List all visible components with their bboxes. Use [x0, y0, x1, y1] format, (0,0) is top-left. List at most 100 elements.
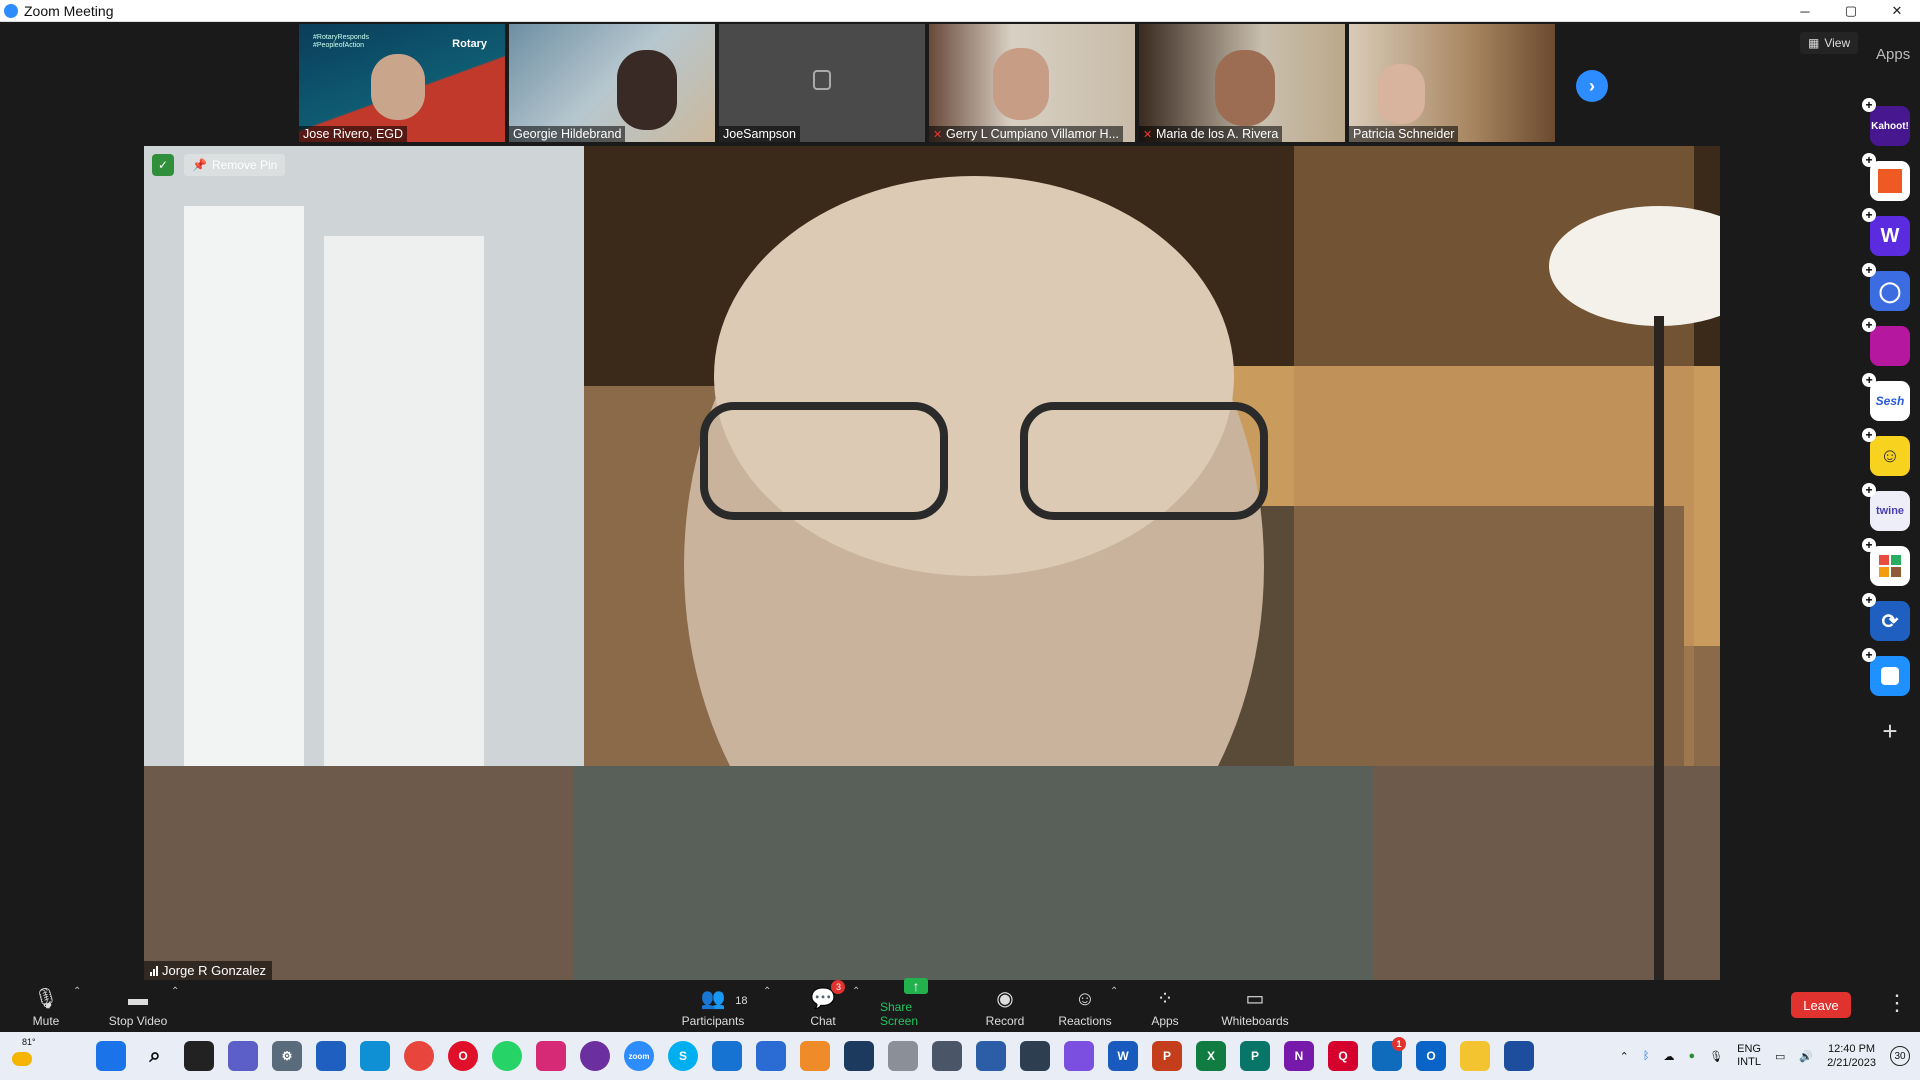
- defender-shield-icon[interactable]: [712, 1041, 742, 1071]
- add-app-icon[interactable]: +: [1862, 538, 1876, 552]
- network-icon[interactable]: ▭: [1775, 1050, 1785, 1063]
- add-app-icon[interactable]: +: [1862, 373, 1876, 387]
- skype-icon[interactable]: S: [668, 1041, 698, 1071]
- purple-app-icon[interactable]: [580, 1041, 610, 1071]
- calendar-icon[interactable]: [976, 1041, 1006, 1071]
- q-app-icon[interactable]: Q: [1328, 1041, 1358, 1071]
- participants-button[interactable]: 👥 18 Participants: [680, 980, 748, 1032]
- view-button[interactable]: ▦ View: [1800, 32, 1859, 54]
- reactions-button[interactable]: ☺ Reactions: [1058, 980, 1112, 1032]
- video-options-caret[interactable]: ⌃: [171, 986, 179, 997]
- muted-mic-icon: ✕: [933, 129, 943, 141]
- chrome-browser-icon[interactable]: [404, 1041, 434, 1071]
- add-app-icon[interactable]: +: [1862, 318, 1876, 332]
- participant-tile[interactable]: #RotaryResponds #PeopleofAction Rotary J…: [299, 24, 505, 142]
- amazon-music-icon[interactable]: [844, 1041, 874, 1071]
- video-camera-icon: ▬: [128, 988, 148, 1010]
- search-icon[interactable]: ⌕: [140, 1041, 170, 1071]
- outlook-icon[interactable]: O: [1416, 1041, 1446, 1071]
- add-app-icon[interactable]: +: [1862, 263, 1876, 277]
- participant-tile[interactable]: ✕ Maria de los A. Rivera: [1139, 24, 1345, 142]
- weather-widget[interactable]: 81°: [10, 1037, 38, 1070]
- record-button[interactable]: ◉ Record: [984, 980, 1026, 1032]
- add-app-icon[interactable]: +: [1862, 483, 1876, 497]
- audio-options-caret[interactable]: ⌃: [73, 986, 81, 997]
- media-player-icon[interactable]: [800, 1041, 830, 1071]
- app-smiley[interactable]: + ☺: [1862, 428, 1910, 476]
- app-c[interactable]: +: [1862, 153, 1910, 201]
- instagram-icon[interactable]: [536, 1041, 566, 1071]
- add-app-icon[interactable]: +: [1862, 98, 1876, 112]
- edge-browser-icon[interactable]: [360, 1041, 390, 1071]
- app-w[interactable]: + W: [1862, 208, 1910, 256]
- share-screen-button[interactable]: ↑ Share Screen: [880, 978, 952, 1032]
- excel-icon[interactable]: X: [1196, 1041, 1226, 1071]
- whiteboards-button[interactable]: ▭ Whiteboards: [1220, 980, 1290, 1032]
- bluetooth-icon[interactable]: ᛒ: [1643, 1050, 1650, 1062]
- leave-button[interactable]: Leave: [1791, 992, 1851, 1018]
- onenote-icon[interactable]: N: [1284, 1041, 1314, 1071]
- notification-center-icon[interactable]: 30: [1890, 1046, 1910, 1066]
- participant-tile[interactable]: JoeSampson: [719, 24, 925, 142]
- add-app-icon[interactable]: +: [1862, 648, 1876, 662]
- remove-pin-button[interactable]: 📌 Remove Pin: [184, 154, 286, 176]
- task-view-icon[interactable]: [184, 1041, 214, 1071]
- participant-tile[interactable]: Georgie Hildebrand: [509, 24, 715, 142]
- muted-mic-icon: ✕: [1143, 129, 1153, 141]
- app-stripes[interactable]: +: [1862, 318, 1910, 366]
- windows-start-icon[interactable]: [96, 1041, 126, 1071]
- add-app-button[interactable]: +: [1870, 711, 1910, 751]
- clock[interactable]: 12:40 PM 2/21/2023: [1827, 1042, 1876, 1070]
- microphone-tray-icon[interactable]: 🎙: [1709, 1050, 1723, 1063]
- publisher-icon[interactable]: P: [1240, 1041, 1270, 1071]
- input-language[interactable]: ENG INTL: [1737, 1043, 1761, 1069]
- app-sync[interactable]: + ⟳: [1862, 593, 1910, 641]
- teams-chat-icon[interactable]: [228, 1041, 258, 1071]
- participant-tile[interactable]: Patricia Schneider: [1349, 24, 1555, 142]
- opera-browser-icon[interactable]: O: [448, 1041, 478, 1071]
- store-icon[interactable]: [756, 1041, 786, 1071]
- app-tiles[interactable]: +: [1862, 538, 1910, 586]
- chat-options-caret[interactable]: ⌃: [852, 986, 860, 997]
- app-sesh[interactable]: + Sesh: [1862, 373, 1910, 421]
- mail-icon[interactable]: 1: [1372, 1037, 1406, 1071]
- add-app-icon[interactable]: +: [1862, 593, 1876, 607]
- calculator-icon[interactable]: [932, 1041, 962, 1071]
- participant-tile[interactable]: ✕ Gerry L Cumpiano Villamor H...: [929, 24, 1135, 142]
- whatsapp-icon[interactable]: [492, 1041, 522, 1071]
- mute-button[interactable]: 🎙 Mute: [30, 980, 62, 1032]
- onedrive-icon[interactable]: ☁: [1663, 1050, 1674, 1063]
- maximize-button[interactable]: ▢: [1828, 0, 1874, 22]
- next-page-button[interactable]: ›: [1576, 70, 1608, 102]
- settings-gear-icon[interactable]: ⚙: [272, 1041, 302, 1071]
- app-circle[interactable]: + ◯: [1862, 263, 1910, 311]
- add-app-icon[interactable]: +: [1862, 208, 1876, 222]
- app-kahoot[interactable]: + Kahoot!: [1862, 98, 1910, 146]
- chat-button[interactable]: 💬 3 Chat: [808, 980, 846, 1032]
- dark-app-icon[interactable]: [1020, 1041, 1050, 1071]
- word-icon[interactable]: W: [1108, 1041, 1138, 1071]
- show-hidden-icons-icon[interactable]: ⌃: [1620, 1050, 1629, 1063]
- file-explorer-icon[interactable]: [1460, 1041, 1490, 1071]
- minimize-button[interactable]: ─: [1782, 0, 1828, 22]
- stop-video-button[interactable]: ▬ Stop Video: [106, 980, 170, 1032]
- printer-app-icon[interactable]: [1504, 1041, 1534, 1071]
- zoom-taskbar-icon[interactable]: zoom: [624, 1041, 654, 1071]
- pinned-video[interactable]: ✓ 📌 Remove Pin Jorge R Gonzalez: [144, 146, 1720, 980]
- copilot-icon[interactable]: [1064, 1041, 1094, 1071]
- app-blue[interactable]: +: [1862, 648, 1910, 696]
- add-app-icon[interactable]: +: [1862, 428, 1876, 442]
- snipping-tool-icon[interactable]: [888, 1041, 918, 1071]
- notepad-icon[interactable]: [316, 1041, 346, 1071]
- more-options-icon[interactable]: ⋮: [1886, 990, 1908, 1016]
- volume-icon[interactable]: 🔊: [1799, 1050, 1813, 1063]
- app-twine[interactable]: + twine: [1862, 483, 1910, 531]
- security-icon[interactable]: ●: [1688, 1050, 1695, 1062]
- participants-options-caret[interactable]: ⌃: [763, 986, 771, 997]
- share-screen-icon: ↑: [904, 978, 928, 994]
- apps-button[interactable]: ⁘ Apps: [1151, 980, 1178, 1032]
- powerpoint-icon[interactable]: P: [1152, 1041, 1182, 1071]
- reactions-options-caret[interactable]: ⌃: [1110, 986, 1118, 997]
- close-button[interactable]: ✕: [1874, 0, 1920, 22]
- add-app-icon[interactable]: +: [1862, 153, 1876, 167]
